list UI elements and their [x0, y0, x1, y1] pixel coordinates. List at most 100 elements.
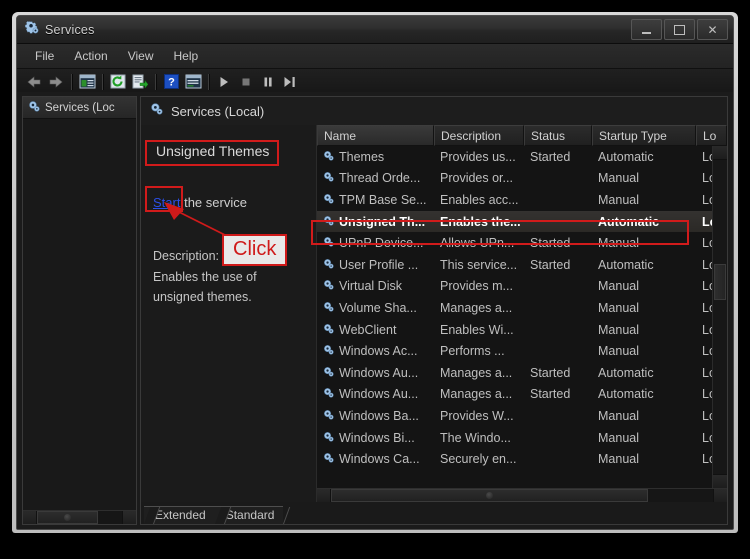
service-description-block: Description: Enables the use of unsigned… — [153, 246, 308, 308]
cell-name: Themes — [317, 150, 434, 164]
cell-name: Windows Au... — [317, 387, 434, 401]
cell-status: Started — [530, 365, 571, 380]
cell-name: Unsigned Th... — [317, 215, 434, 229]
cell-description: Provides W... — [440, 408, 514, 423]
menu-file[interactable]: File — [25, 46, 64, 66]
column-header-startup-type[interactable]: Startup Type — [592, 125, 696, 146]
services-window: Services ✕ File Action View Help ? Servi… — [16, 15, 734, 530]
list-horizontal-scrollbar[interactable] — [317, 488, 727, 502]
tree-root-label: Services (Loc — [45, 101, 115, 114]
list-scroll-up-arrow[interactable] — [713, 146, 727, 160]
tree-root-item[interactable]: Services (Loc — [23, 97, 136, 119]
column-header-log-on-as[interactable]: Lo — [696, 125, 727, 146]
title-bar[interactable]: Services ✕ — [17, 16, 733, 44]
cell-description: Performs ... — [440, 344, 505, 359]
column-header-name[interactable]: Name — [317, 125, 434, 146]
tab-standard[interactable]: Standard — [214, 506, 284, 524]
cell-text: Windows Ba... — [339, 408, 419, 423]
list-scroll-down-arrow[interactable] — [713, 474, 727, 488]
cell-text: User Profile ... — [339, 257, 419, 272]
services-gear-icon — [323, 301, 334, 315]
start-service-link[interactable]: Start — [153, 195, 180, 210]
table-row[interactable]: Windows Ca... Securely en... Manual Lo — [317, 448, 727, 470]
cell-startup-type: Automatic — [598, 149, 654, 164]
column-header-description[interactable]: Description — [434, 125, 524, 146]
restart-service-icon[interactable] — [279, 72, 301, 92]
list-vertical-scrollbar[interactable] — [712, 146, 727, 488]
cell-name: Windows Au... — [317, 366, 434, 380]
list-scroll-thumb[interactable] — [714, 264, 726, 300]
minimize-button[interactable] — [631, 19, 662, 40]
cell-name: TPM Base Se... — [317, 193, 434, 207]
table-row[interactable]: Virtual Disk Provides m... Manual Lo — [317, 276, 727, 298]
table-row[interactable]: Windows Ba... Provides W... Manual Lo — [317, 405, 727, 427]
menu-help[interactable]: Help — [164, 46, 209, 66]
cell-description: Manages a... — [440, 300, 513, 315]
table-row[interactable]: Unsigned Th... Enables the... Automatic Lo — [317, 210, 727, 233]
services-gear-icon — [323, 409, 334, 423]
cell-text: Themes — [339, 149, 385, 164]
show-hide-tree-icon[interactable] — [76, 72, 98, 92]
menu-view[interactable]: View — [118, 46, 164, 66]
properties-icon[interactable] — [182, 72, 204, 92]
service-details-panel: Unsigned Themes Start the service Descri… — [141, 125, 316, 502]
tree-scroll-right-arrow[interactable] — [122, 511, 136, 524]
view-tabs: Extended Standard — [141, 504, 727, 524]
maximize-button[interactable] — [664, 19, 695, 40]
table-row[interactable]: Thread Orde... Provides or... Manual Lo — [317, 168, 727, 190]
cell-text: Windows Ac... — [339, 344, 418, 359]
cell-startup-type: Manual — [598, 279, 639, 294]
cell-description: Provides us... — [440, 149, 516, 164]
table-row[interactable]: Themes Provides us... Started Automatic Lo — [317, 146, 727, 168]
back-icon[interactable] — [23, 72, 45, 92]
table-row[interactable]: Windows Au... Manages a... Started Automati… — [317, 362, 727, 384]
tree-scroll-thumb[interactable] — [37, 511, 99, 524]
table-row[interactable]: Windows Bi... The Windo... Manual Lo — [317, 427, 727, 449]
table-row[interactable]: UPnP Device... Allows UPn... Started Manual… — [317, 232, 727, 254]
window-title: Services — [45, 22, 95, 37]
cell-startup-type: Automatic — [598, 365, 654, 380]
table-row[interactable]: WebClient Enables Wi... Manual Lo — [317, 319, 727, 341]
cell-description: Enables the... — [440, 214, 521, 229]
pause-service-icon[interactable] — [257, 72, 279, 92]
menu-action[interactable]: Action — [64, 46, 117, 66]
cell-name: Volume Sha... — [317, 301, 434, 315]
export-list-icon[interactable] — [129, 72, 151, 92]
tree-scroll-track[interactable] — [37, 511, 122, 524]
refresh-icon[interactable] — [107, 72, 129, 92]
services-gear-icon — [323, 387, 334, 401]
start-service-icon[interactable] — [213, 72, 235, 92]
forward-icon[interactable] — [45, 72, 67, 92]
tree-horizontal-scrollbar[interactable] — [23, 510, 136, 524]
table-row[interactable]: TPM Base Se... Enables acc... Manual Lo — [317, 189, 727, 211]
list-scroll-track[interactable] — [331, 489, 713, 502]
cell-description: The Windo... — [440, 430, 511, 445]
cell-description: Provides or... — [440, 171, 513, 186]
description-line-1: Enables the use of — [153, 269, 257, 284]
close-button[interactable]: ✕ — [697, 19, 728, 40]
help-icon[interactable]: ? — [160, 72, 182, 92]
list-scroll-left-arrow[interactable] — [317, 489, 331, 502]
cell-name: Windows Ba... — [317, 409, 434, 423]
table-row[interactable]: Windows Au... Manages a... Started Automati… — [317, 384, 727, 406]
list-scroll-thumb[interactable] — [331, 489, 649, 502]
table-row[interactable]: Windows Ac... Performs ... Manual Lo — [317, 340, 727, 362]
list-scroll-right-arrow[interactable] — [713, 489, 727, 502]
stop-service-icon[interactable] — [235, 72, 257, 92]
caption-button-group: ✕ — [631, 19, 728, 40]
tab-extended[interactable]: Extended — [144, 506, 215, 524]
cell-startup-type: Manual — [598, 452, 639, 467]
services-gear-icon — [323, 323, 334, 337]
cell-startup-type: Automatic — [598, 257, 654, 272]
cell-name: UPnP Device... — [317, 236, 434, 250]
table-row[interactable]: Volume Sha... Manages a... Manual Lo — [317, 297, 727, 319]
list-rows-container[interactable]: Themes Provides us... Started Automatic Lo Th… — [317, 146, 727, 488]
column-header-status[interactable]: Status — [524, 125, 592, 146]
cell-name: WebClient — [317, 323, 434, 337]
table-row[interactable]: User Profile ... This service... Started Au… — [317, 254, 727, 276]
console-tree-pane: Services (Loc — [22, 96, 137, 525]
tree-content[interactable] — [23, 119, 136, 510]
desktop-background: Services ✕ File Action View Help ? Servi… — [0, 0, 750, 559]
cell-status: Started — [530, 387, 571, 402]
tree-scroll-left-arrow[interactable] — [23, 511, 37, 524]
